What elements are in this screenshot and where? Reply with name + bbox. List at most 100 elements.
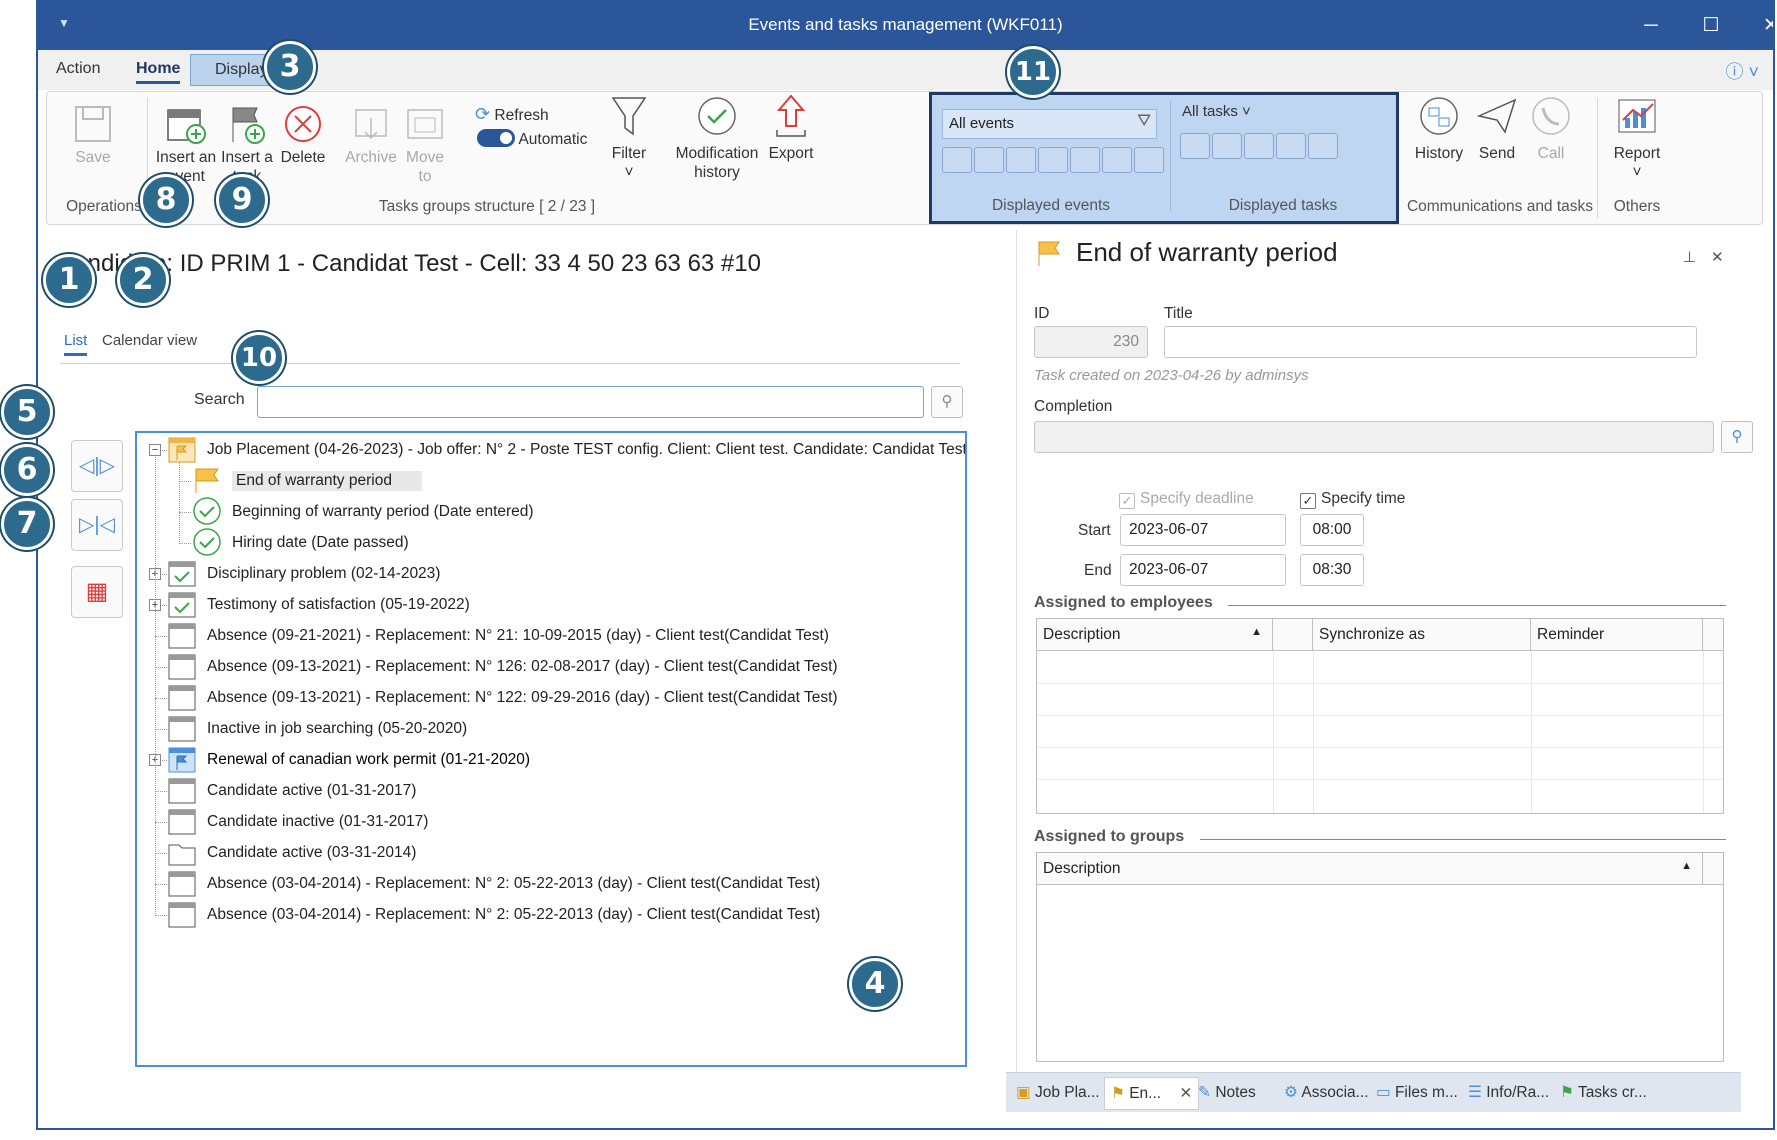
event-type-2-icon[interactable]: [974, 147, 1004, 173]
collapse-all-button[interactable]: ▷|◁: [71, 499, 123, 551]
calendar-icon: [167, 713, 201, 745]
tree-item[interactable]: Absence (09-13-2021) - Replacement: N° 1…: [167, 651, 965, 683]
tree-item[interactable]: Renewal of canadian work permit (01-21-2…: [167, 744, 965, 776]
search-input[interactable]: [257, 386, 924, 418]
task-flag-yellow-icon[interactable]: [1212, 133, 1242, 159]
report-button[interactable]: Report ˅: [1607, 92, 1667, 182]
title-field[interactable]: [1164, 326, 1697, 358]
tree-item[interactable]: Disciplinary problem (02-14-2023): [167, 558, 965, 590]
search-button[interactable]: ⚲: [931, 386, 963, 418]
tree-connector: [155, 636, 167, 637]
automatic-toggle[interactable]: Automatic: [477, 129, 587, 149]
tree-item[interactable]: Beginning of warranty period (Date enter…: [192, 496, 965, 528]
completion-search-button[interactable]: ⚲: [1721, 421, 1753, 453]
calendar-export-button[interactable]: ▦: [71, 566, 123, 618]
pin-icon[interactable]: ⊥: [1683, 248, 1696, 266]
start-time-field[interactable]: 08:00: [1300, 514, 1364, 546]
col-blank[interactable]: [1273, 619, 1313, 651]
tree-item[interactable]: Testimony of satisfaction (05-19-2022): [167, 589, 965, 621]
export-button[interactable]: Export: [765, 92, 817, 163]
btab-associations[interactable]: ⚙ Associa...: [1284, 1083, 1369, 1102]
event-type-1-icon[interactable]: [942, 147, 972, 173]
group-others-label: Others: [1613, 198, 1661, 215]
tree-connector: [155, 884, 167, 885]
delete-icon: [285, 106, 321, 142]
filter-small-icon[interactable]: ⛛: [1137, 111, 1151, 131]
close-tab-icon[interactable]: ✕: [1179, 1085, 1192, 1102]
btab-tasks-created[interactable]: ⚑ Tasks cr...: [1560, 1083, 1647, 1102]
tree-item-label: Beginning of warranty period (Date enter…: [232, 503, 534, 520]
btab-info[interactable]: ☰ Info/Ra...: [1468, 1083, 1549, 1102]
tree-item-label: Disciplinary problem (02-14-2023): [207, 565, 441, 582]
tree-item[interactable]: Candidate active (01-31-2017): [167, 775, 965, 807]
section-divider: [1200, 839, 1726, 840]
maximize-button[interactable]: ☐: [1687, 8, 1735, 44]
save-button[interactable]: Save: [67, 104, 119, 167]
tree-item[interactable]: Candidate inactive (01-31-2017): [167, 806, 965, 838]
tree-item[interactable]: Absence (09-13-2021) - Replacement: N° 1…: [167, 682, 965, 714]
tree-item[interactable]: Absence (03-04-2014) - Replacement: N° 2…: [167, 868, 965, 900]
tree-item[interactable]: Absence (09-21-2021) - Replacement: N° 2…: [167, 620, 965, 652]
end-time-field[interactable]: 08:30: [1300, 554, 1364, 586]
flag-orange-icon: [1036, 240, 1062, 268]
tab-calendar-view[interactable]: Calendar view: [102, 332, 197, 349]
tab-home[interactable]: Home: [136, 60, 181, 84]
start-date-field[interactable]: 2023-06-07: [1120, 514, 1286, 546]
calendar-icon: [167, 651, 201, 683]
collapse-node-icon[interactable]: −: [149, 444, 161, 456]
tab-list[interactable]: List: [64, 332, 88, 356]
tree-item[interactable]: End of warranty period: [192, 465, 965, 497]
modification-history-button[interactable]: Modification history: [671, 92, 763, 182]
expand-all-button[interactable]: ◁|▷: [71, 440, 123, 492]
events-select[interactable]: All events: [942, 109, 1157, 139]
group-communications-label: Communications and tasks: [1406, 198, 1594, 215]
specify-time-checkbox[interactable]: ✓ Specify time: [1300, 490, 1405, 509]
specify-deadline-checkbox[interactable]: ✓ Specify deadline: [1119, 490, 1254, 509]
id-field: 230: [1034, 326, 1148, 358]
tree-item[interactable]: Candidate active (03-31-2014): [167, 837, 965, 869]
btab-notes[interactable]: ✎ Notes: [1198, 1083, 1256, 1102]
btab-end-warranty[interactable]: ⚑ En... ✕: [1104, 1077, 1200, 1110]
col-synchronize-as[interactable]: Synchronize as: [1313, 619, 1531, 651]
event-type-6-icon[interactable]: [1102, 147, 1132, 173]
send-button[interactable]: Send: [1471, 92, 1523, 163]
end-date-field[interactable]: 2023-06-07: [1120, 554, 1286, 586]
tasks-select[interactable]: All tasks ˅: [1182, 103, 1251, 120]
btab-job-placement[interactable]: ▣ Job Pla...: [1016, 1083, 1100, 1102]
refresh-button[interactable]: ⟳ Refresh: [475, 104, 549, 125]
col-description[interactable]: Description ▲: [1037, 619, 1273, 651]
history-icon: [1420, 97, 1458, 135]
event-type-4-icon[interactable]: [1038, 147, 1068, 173]
tree-item[interactable]: Absence (03-04-2014) - Replacement: N° 2…: [167, 899, 965, 931]
tab-action[interactable]: Action: [56, 60, 100, 78]
call-button[interactable]: Call: [1525, 92, 1577, 163]
completion-field[interactable]: [1034, 421, 1714, 453]
filter-button[interactable]: Filter ˅: [603, 92, 655, 182]
col-group-description[interactable]: Description ▲: [1037, 853, 1703, 885]
task-flag-blue-icon[interactable]: [1244, 133, 1274, 159]
help-icon[interactable]: ⓘ ˅: [1725, 58, 1759, 84]
modification-history-icon: [698, 97, 736, 135]
task-flag-green-icon[interactable]: [1276, 133, 1306, 159]
task-done-icon[interactable]: [1308, 133, 1338, 159]
event-type-3-icon[interactable]: [1006, 147, 1036, 173]
event-type-5-icon[interactable]: [1070, 147, 1100, 173]
archive-button[interactable]: Archive: [342, 104, 400, 167]
tree-item[interactable]: Hiring date (Date passed): [192, 527, 965, 559]
phone-icon: [1532, 97, 1570, 135]
close-button[interactable]: ✕: [1747, 8, 1773, 44]
delete-button[interactable]: Delete: [275, 104, 331, 167]
tree-item[interactable]: Job Placement (04-26-2023) - Job offer: …: [167, 434, 965, 466]
sort-up-icon: ▲: [1251, 626, 1262, 638]
tree-item[interactable]: Inactive in job searching (05-20-2020): [167, 713, 965, 745]
history-button[interactable]: History: [1409, 92, 1469, 163]
col-reminder[interactable]: Reminder: [1531, 619, 1703, 651]
minimize-button[interactable]: ─: [1627, 8, 1675, 44]
task-flag-red-icon[interactable]: [1180, 133, 1210, 159]
move-to-button[interactable]: Move to: [400, 104, 450, 186]
splitter[interactable]: [1016, 230, 1017, 1072]
close-panel-icon[interactable]: ✕: [1711, 248, 1724, 266]
tree-connector: [155, 457, 156, 916]
btab-files[interactable]: ▭ Files m...: [1376, 1083, 1458, 1102]
event-type-7-icon[interactable]: [1134, 147, 1164, 173]
